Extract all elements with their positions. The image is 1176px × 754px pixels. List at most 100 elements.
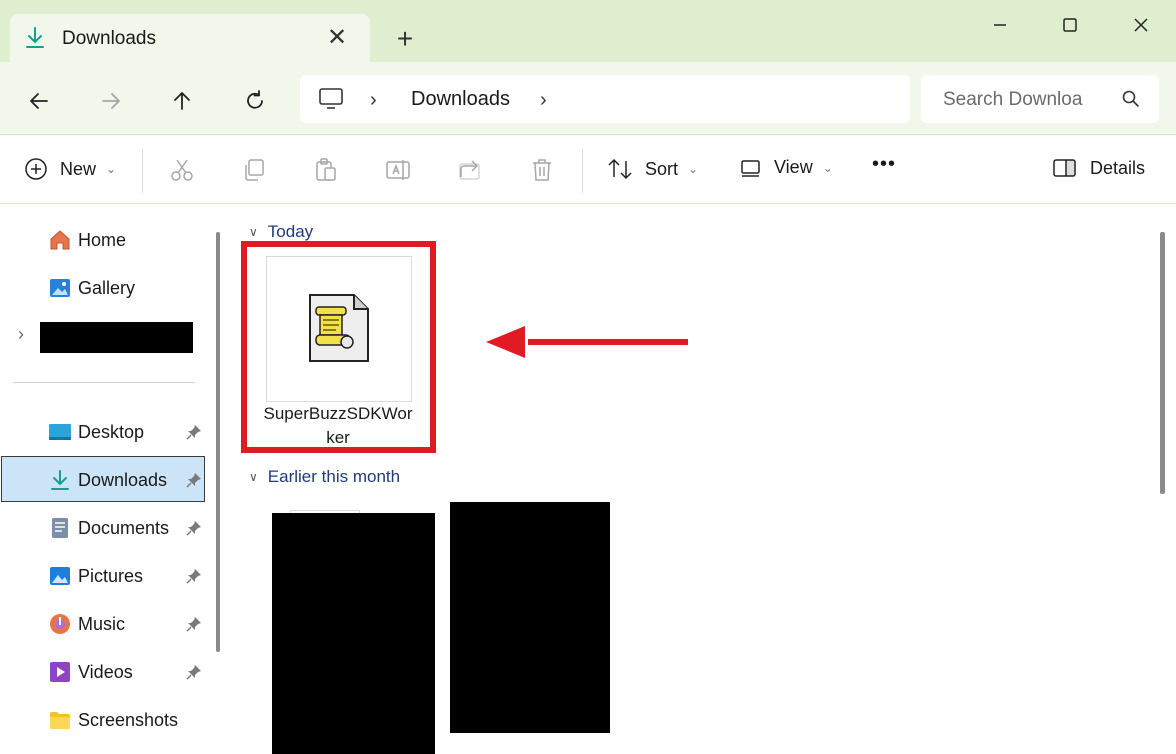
sidebar-item-music[interactable]: Music <box>48 610 125 638</box>
group-label: Today <box>267 222 314 241</box>
sort-button[interactable]: Sort ⌄ <box>607 157 698 181</box>
details-pane-icon <box>1053 159 1076 177</box>
close-window-button[interactable] <box>1121 10 1161 40</box>
pictures-icon <box>48 564 72 588</box>
gallery-icon <box>48 276 72 300</box>
sidebar-item-label: Documents <box>78 517 170 538</box>
annotation-highlight-box <box>241 241 436 453</box>
group-header-today[interactable]: ∨ Today <box>249 222 313 242</box>
refresh-button[interactable] <box>238 84 272 118</box>
plus-circle-icon <box>25 158 47 180</box>
redacted-file-item <box>450 502 610 733</box>
pin-icon[interactable] <box>186 664 202 680</box>
sidebar-item-label: Downloads <box>78 469 168 490</box>
chevron-down-icon: ∨ <box>249 470 258 484</box>
sidebar-item-label: Home <box>78 229 127 250</box>
sort-label: Sort <box>645 158 679 179</box>
close-tab-button[interactable]: ✕ <box>323 24 351 52</box>
more-options-button[interactable]: ••• <box>872 153 896 176</box>
documents-icon <box>48 516 72 540</box>
paste-icon[interactable] <box>313 157 339 183</box>
sidebar-item-documents[interactable]: Documents <box>48 514 169 542</box>
share-icon[interactable] <box>457 157 483 183</box>
music-icon <box>48 612 72 636</box>
address-bar[interactable]: › Downloads › <box>300 75 910 123</box>
copy-icon[interactable] <box>241 157 267 183</box>
new-button[interactable]: New ⌄ <box>24 157 116 181</box>
sidebar-item-label: Videos <box>78 661 133 682</box>
sidebar-item-home[interactable]: Home <box>48 226 126 254</box>
forward-button[interactable] <box>94 84 128 118</box>
maximize-icon <box>1063 18 1077 32</box>
this-pc-icon <box>319 88 343 109</box>
new-tab-button[interactable]: + <box>390 24 420 54</box>
search-box[interactable]: Search Downloa <box>921 75 1159 123</box>
cut-icon[interactable] <box>169 157 195 183</box>
back-button[interactable] <box>22 84 56 118</box>
pin-icon[interactable] <box>186 520 202 536</box>
group-header-earlier-this-month[interactable]: ∨ Earlier this month <box>249 467 400 487</box>
view-label: View <box>774 157 813 177</box>
navigation-bar: › Downloads › Search Downloa <box>0 62 1176 134</box>
maximize-button[interactable] <box>1050 10 1090 40</box>
redacted-item <box>40 322 193 353</box>
details-label: Details <box>1090 157 1146 178</box>
sidebar-item-videos[interactable]: Videos <box>48 658 133 686</box>
redacted-file-item <box>272 513 435 754</box>
new-label: New <box>60 158 97 179</box>
sidebar-item-desktop[interactable]: Desktop <box>48 418 144 446</box>
sidebar-scrollbar[interactable] <box>216 232 220 652</box>
minimize-button[interactable] <box>980 10 1020 40</box>
tab-downloads[interactable]: Downloads ✕ <box>10 14 370 64</box>
search-placeholder: Search Downloa <box>943 89 1083 110</box>
pin-icon[interactable] <box>186 616 202 632</box>
videos-icon <box>48 660 72 684</box>
pin-icon[interactable] <box>186 568 202 584</box>
sidebar-item-screenshots[interactable]: Screenshots <box>48 706 178 734</box>
sidebar-item-label: Desktop <box>78 421 145 442</box>
sort-icon <box>608 158 632 180</box>
minimize-icon <box>994 24 1006 26</box>
up-icon <box>174 92 190 110</box>
sidebar-item-pictures[interactable]: Pictures <box>48 562 143 590</box>
sidebar-item-downloads[interactable]: Downloads <box>48 466 167 494</box>
toolbar-divider <box>582 149 583 193</box>
download-arrow-icon <box>48 468 72 492</box>
view-icon <box>741 159 760 177</box>
group-label: Earlier this month <box>267 467 401 486</box>
breadcrumb-chevron-icon[interactable]: › <box>370 89 377 112</box>
download-arrow-icon <box>26 27 44 48</box>
sidebar-item-gallery[interactable]: Gallery <box>48 274 135 302</box>
breadcrumb-downloads[interactable]: Downloads <box>411 88 510 111</box>
navigation-pane: Home Gallery › Desktop Downloads Documen… <box>0 205 207 754</box>
forward-icon <box>102 93 120 109</box>
breadcrumb-chevron-icon[interactable]: › <box>540 89 547 112</box>
view-button[interactable]: View ⌄ <box>740 157 833 178</box>
chevron-down-icon: ∨ <box>249 225 258 239</box>
tab-label: Downloads <box>62 28 156 49</box>
sidebar-divider <box>13 382 195 383</box>
title-bar: Downloads ✕ + <box>0 0 1176 64</box>
pin-icon[interactable] <box>186 472 202 488</box>
back-icon <box>30 93 48 109</box>
chevron-down-icon: ⌄ <box>822 160 833 175</box>
command-bar: New ⌄ Sort ⌄ View ⌄ ••• Details <box>0 134 1176 204</box>
sidebar-item-label: Pictures <box>78 565 144 586</box>
more-icon: ••• <box>872 153 897 175</box>
details-button[interactable]: Details <box>1052 157 1145 179</box>
content-scrollbar[interactable] <box>1160 232 1165 494</box>
pin-icon[interactable] <box>186 424 202 440</box>
chevron-down-icon: ⌄ <box>106 162 117 176</box>
annotation-arrow-icon <box>486 326 688 358</box>
file-list: ∨ Today SuperBuzzSDKWorker ∨ Earlier thi… <box>233 205 1152 754</box>
rename-icon[interactable] <box>385 157 411 183</box>
refresh-icon <box>247 90 263 109</box>
expand-chevron-icon[interactable]: › <box>18 324 24 345</box>
search-icon <box>1122 90 1139 107</box>
up-button[interactable] <box>165 84 199 118</box>
delete-icon[interactable] <box>529 157 555 183</box>
sidebar-item-label: Gallery <box>78 277 136 298</box>
chevron-down-icon: ⌄ <box>688 162 699 176</box>
toolbar-divider <box>142 149 143 193</box>
close-icon <box>1134 18 1148 32</box>
